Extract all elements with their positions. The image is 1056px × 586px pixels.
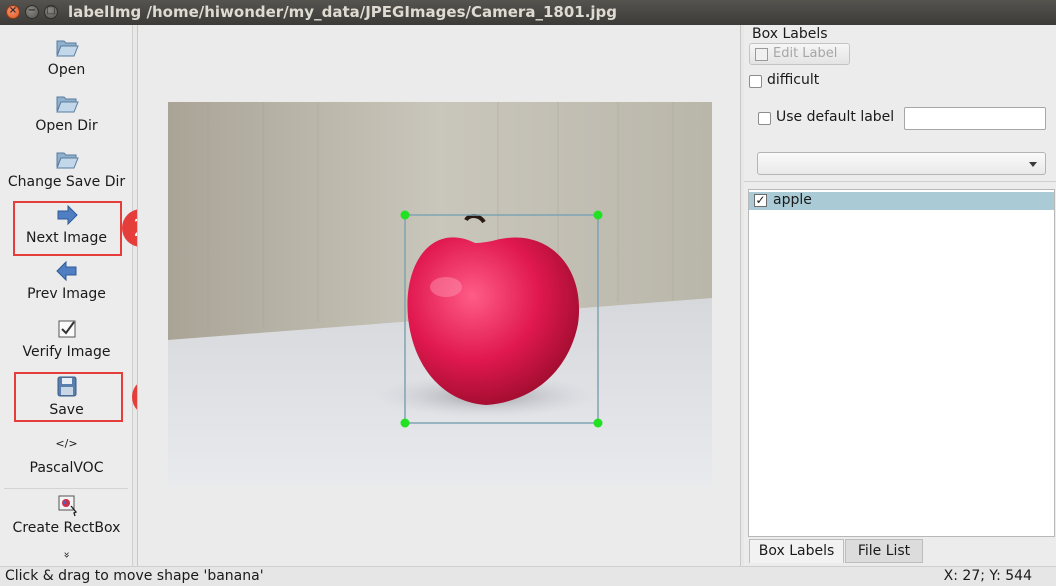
label-list[interactable]: ✓ apple [748, 189, 1055, 537]
bounding-box-apple[interactable] [168, 102, 712, 486]
rectbox-icon [54, 493, 80, 517]
format-pascalvoc-button[interactable]: </> PascalVOC [0, 433, 133, 476]
box-handle-bottom-left[interactable] [400, 418, 410, 428]
panel-header: Box Labels [752, 26, 828, 42]
box-handle-top-left[interactable] [400, 210, 410, 220]
window-title: labelImg /home/hiwonder/my_data/JPEGImag… [68, 3, 618, 21]
checkbox-icon [54, 317, 80, 341]
more-tools-button[interactable]: » [0, 549, 133, 561]
difficult-checkbox[interactable] [749, 75, 762, 88]
open-button-label: Open [47, 62, 86, 78]
status-message: Click & drag to move shape 'banana' [5, 568, 264, 584]
change-save-dir-button[interactable]: Change Save Dir [0, 147, 133, 190]
maximize-window-button[interactable]: □ [44, 5, 58, 19]
left-toolbar: Open Open Dir Change Save Dir Next Image [0, 25, 133, 566]
code-icon: </> [55, 437, 78, 450]
prev-image-button-label: Prev Image [27, 286, 106, 302]
highlight-next-image [13, 201, 122, 256]
image-view[interactable] [168, 102, 712, 486]
box-handle-top-right[interactable] [593, 210, 603, 220]
highlight-save [14, 372, 123, 422]
edit-label-button[interactable]: Edit Label [749, 43, 850, 65]
box-labels-panel: Box Labels Edit Label difficult Use defa… [744, 25, 1056, 566]
tab-box-labels[interactable]: Box Labels [749, 539, 844, 563]
maximize-icon: □ [46, 5, 56, 16]
box-handle-bottom-right[interactable] [593, 418, 603, 428]
minimize-icon: − [27, 5, 37, 16]
open-button[interactable]: Open [0, 35, 133, 78]
cursor-coordinates: X: 27; Y: 544 [943, 568, 1032, 584]
labelimg-window: × − □ labelImg /home/hiwonder/my_data/JP… [0, 0, 1056, 586]
label-list-item[interactable]: ✓ apple [749, 192, 1054, 210]
chevron-down-icon [1029, 162, 1037, 167]
label-visibility-checkbox[interactable]: ✓ [754, 194, 767, 207]
use-default-label-text: Use default label [776, 109, 895, 125]
edit-label-text: Edit Label [773, 46, 838, 61]
format-button-label: PascalVOC [29, 460, 104, 476]
create-rectbox-button-label: Create RectBox [12, 520, 121, 536]
status-bar: Click & drag to move shape 'banana' X: 2… [0, 566, 1056, 586]
toolbar-divider [4, 488, 128, 489]
folder-icon [54, 91, 80, 115]
panel-divider [744, 181, 1056, 182]
prev-image-button[interactable]: Prev Image [0, 259, 133, 302]
folder-icon [54, 35, 80, 59]
create-rectbox-button[interactable]: Create RectBox [0, 493, 133, 536]
difficult-label: difficult [767, 72, 820, 88]
verify-image-button-label: Verify Image [22, 344, 111, 360]
folder-icon [54, 147, 80, 171]
open-dir-button[interactable]: Open Dir [0, 91, 133, 134]
arrow-left-icon [54, 259, 80, 283]
edit-pencil-icon [755, 48, 768, 61]
close-window-button[interactable]: × [6, 5, 20, 19]
label-combo-box[interactable] [757, 152, 1046, 175]
close-icon: × [8, 5, 18, 16]
label-list-item-text: apple [773, 192, 812, 208]
verify-image-button[interactable]: Verify Image [0, 317, 133, 360]
default-label-input[interactable] [904, 107, 1046, 130]
use-default-label-checkbox[interactable] [758, 112, 771, 125]
change-save-dir-button-label: Change Save Dir [7, 174, 126, 190]
chevron-down-icon: » [60, 551, 74, 559]
title-bar: × − □ labelImg /home/hiwonder/my_data/JP… [0, 0, 1056, 25]
open-dir-button-label: Open Dir [35, 118, 98, 134]
tab-file-list[interactable]: File List [845, 539, 923, 563]
image-canvas[interactable] [137, 25, 741, 566]
minimize-window-button[interactable]: − [25, 5, 39, 19]
